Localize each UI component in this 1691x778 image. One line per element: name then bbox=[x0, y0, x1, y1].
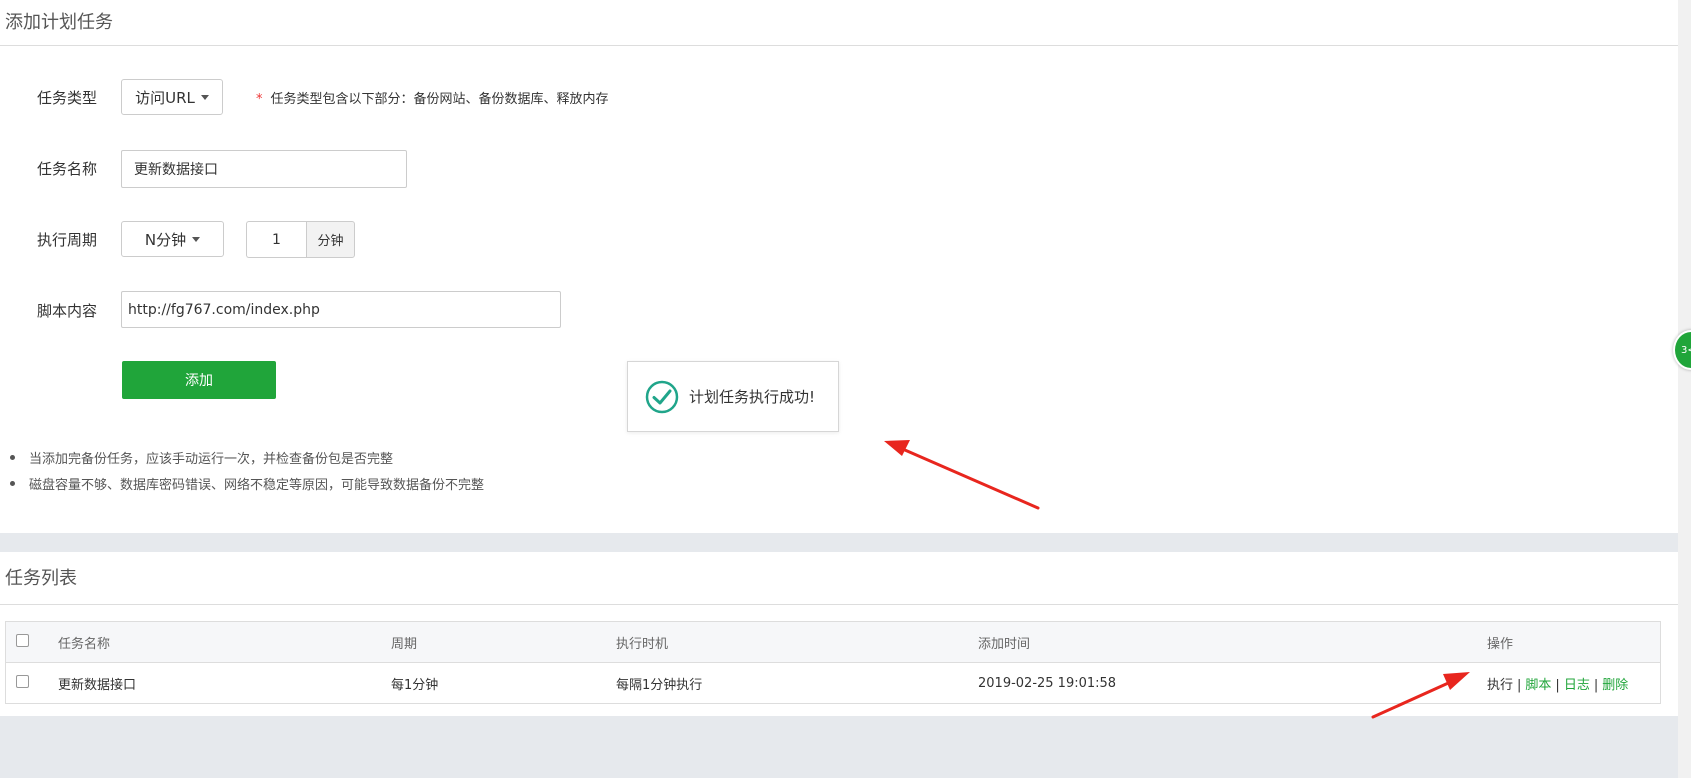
arrow-annotation bbox=[884, 440, 1040, 510]
annotation-arrows bbox=[884, 440, 1470, 719]
arrow-annotation bbox=[1371, 672, 1470, 719]
